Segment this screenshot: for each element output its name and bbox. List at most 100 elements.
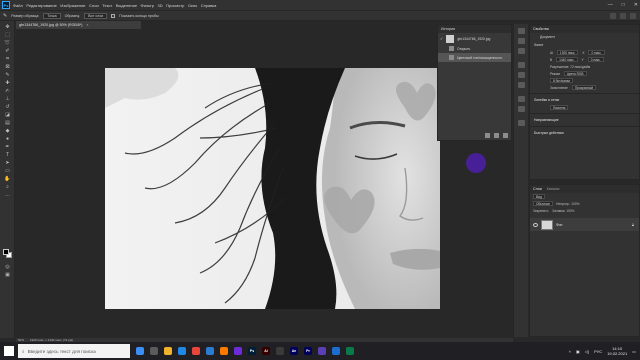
clock[interactable]: 14:10 19.02.2021 [607, 346, 627, 356]
taskbar-app-icon[interactable] [220, 347, 228, 355]
new-document-icon[interactable] [485, 133, 490, 138]
fill-select[interactable]: Прозрачный [571, 85, 597, 90]
frame-tool-icon[interactable]: ⊠ [4, 65, 11, 70]
quick-mask-icon[interactable]: ◎ [4, 265, 11, 270]
tab-close-icon[interactable]: × [86, 23, 88, 27]
menu-view[interactable]: Просмотр [166, 3, 184, 8]
menu-layers[interactable]: Слои [89, 3, 99, 8]
shape-tool-icon[interactable]: ▭ [4, 169, 11, 174]
libraries-panel-icon[interactable] [518, 38, 525, 44]
history-panel-title[interactable]: История [438, 25, 511, 33]
taskbar-app-icon[interactable]: Ae [290, 347, 298, 355]
pattern-panel-icon[interactable] [518, 82, 525, 88]
mode-select[interactable]: Цвета RGB [563, 71, 587, 76]
taskbar-app-icon[interactable] [136, 347, 144, 355]
document-tab[interactable]: gbr1344766_1920.jpg @ 50% (RGB/8*) × [16, 21, 141, 29]
language-indicator[interactable]: РУС [594, 349, 602, 354]
marquee-tool-icon[interactable]: ⬚ [4, 33, 11, 38]
menu-file[interactable]: Файл [13, 3, 23, 8]
taskbar-search-input[interactable]: ⌕ Введите здесь текст для поиска [18, 344, 130, 358]
taskbar-app-icon[interactable] [150, 347, 158, 355]
gradient-panel-icon[interactable] [518, 72, 525, 78]
taskbar-app-icon[interactable] [332, 347, 340, 355]
taskbar-app-icon[interactable] [192, 347, 200, 355]
character-panel-icon[interactable] [518, 106, 525, 112]
workspace-icon[interactable] [620, 13, 626, 19]
tray-chevron-icon[interactable]: ˄ [569, 349, 571, 354]
history-step[interactable]: Открыть [438, 44, 511, 53]
document-image[interactable] [105, 68, 440, 309]
close-icon[interactable]: ✕ [634, 2, 638, 8]
rulers-unit-select[interactable]: Пиксели [550, 105, 569, 110]
history-panel-icon[interactable] [518, 28, 525, 34]
taskbar-app-icon[interactable] [276, 347, 284, 355]
foreground-color-swatch[interactable] [3, 249, 9, 255]
rulers-section[interactable]: Линейки и сетки [530, 96, 639, 104]
fill-field[interactable]: Заливка: 100% [552, 209, 574, 213]
menu-3d[interactable]: 3D [157, 3, 162, 8]
canvas-section[interactable]: Холст [530, 41, 639, 49]
notifications-icon[interactable]: ▭ [632, 349, 636, 354]
width-field[interactable]: 1920 пикс. [556, 50, 579, 55]
volume-icon[interactable]: ◁) [585, 349, 589, 354]
sample-select[interactable]: Все слои [84, 12, 108, 19]
tab-channels[interactable]: Каналы [547, 187, 560, 191]
blur-tool-icon[interactable]: ◆ [4, 129, 11, 134]
screen-mode-icon[interactable]: ▣ [4, 273, 11, 278]
layer-row-background[interactable]: Фон 🔒︎ [530, 218, 639, 231]
taskbar-app-icon[interactable]: Pr [304, 347, 312, 355]
quick-actions-section[interactable]: Быстрые действия [530, 129, 639, 137]
eyedropper-tool-icon[interactable]: ✎ [4, 73, 11, 78]
windows-start-icon[interactable] [4, 346, 14, 356]
lasso-tool-icon[interactable]: ➰ [4, 41, 11, 46]
zoom-tool-icon[interactable]: ⌕ [4, 185, 11, 190]
taskbar-app-icon[interactable] [164, 347, 172, 355]
menu-select[interactable]: Выделение [116, 3, 137, 8]
maximize-icon[interactable]: □ [622, 2, 625, 8]
sample-size-select[interactable]: Точка [43, 12, 61, 19]
x-field[interactable]: 0 пикс. [588, 50, 605, 55]
y-field[interactable]: 0 пикс. [587, 57, 604, 62]
menu-edit[interactable]: Редактирование [26, 3, 56, 8]
taskbar-app-icon[interactable] [234, 347, 242, 355]
taskbar-app-icon[interactable] [206, 347, 214, 355]
minimize-icon[interactable]: — [608, 2, 613, 8]
history-brush-icon[interactable]: ✓ [440, 36, 443, 41]
height-field[interactable]: 1440 пикс. [556, 57, 578, 62]
history-snapshot[interactable]: ✓ gbr1344766_1920.jpg [438, 33, 511, 44]
dodge-tool-icon[interactable]: ● [4, 137, 11, 142]
move-tool-icon[interactable]: ✥ [4, 25, 11, 30]
opacity-field[interactable]: Непрозр.: 100% [556, 202, 579, 206]
healing-tool-icon[interactable]: ✚ [4, 81, 11, 86]
depth-select[interactable]: 8 бит/канал [550, 78, 574, 83]
history-brush-tool-icon[interactable]: ↺ [4, 105, 11, 110]
layer-kind-select[interactable]: Вид [533, 194, 545, 199]
path-select-tool-icon[interactable]: ➤ [4, 161, 11, 166]
camera-snapshot-icon[interactable] [494, 133, 499, 138]
visibility-eye-icon[interactable] [533, 222, 538, 227]
taskbar-app-icon[interactable] [346, 347, 354, 355]
taskbar-app-icon[interactable]: Ps [248, 347, 256, 355]
trash-icon[interactable] [503, 133, 508, 138]
network-icon[interactable]: ▣ [576, 349, 580, 354]
paragraph-panel-icon[interactable] [518, 96, 525, 102]
adjustments-panel-icon[interactable] [518, 48, 525, 54]
menu-help[interactable]: Справка [201, 3, 217, 8]
properties-tab[interactable]: Свойства [530, 25, 639, 33]
menu-type[interactable]: Текст [102, 3, 112, 8]
taskbar-app-icon[interactable]: Ai [262, 347, 270, 355]
taskbar-app-icon[interactable] [178, 347, 186, 355]
search-icon[interactable] [610, 13, 616, 19]
eyedropper-icon[interactable]: ✎ [3, 13, 7, 19]
tab-layers[interactable]: Слои [533, 187, 542, 191]
crop-tool-icon[interactable]: ⌗ [4, 57, 11, 62]
type-tool-icon[interactable]: T [4, 153, 11, 158]
menu-window[interactable]: Окно [188, 3, 197, 8]
menu-image[interactable]: Изображение [60, 3, 85, 8]
gradient-tool-icon[interactable]: ▤ [4, 121, 11, 126]
brush-tool-icon[interactable]: ✍ [4, 89, 11, 94]
more-tools-icon[interactable]: … [4, 193, 11, 198]
stamp-tool-icon[interactable]: ⊥ [4, 97, 11, 102]
brush-panel-icon[interactable] [518, 120, 525, 126]
menu-filter[interactable]: Фильтр [141, 3, 154, 8]
